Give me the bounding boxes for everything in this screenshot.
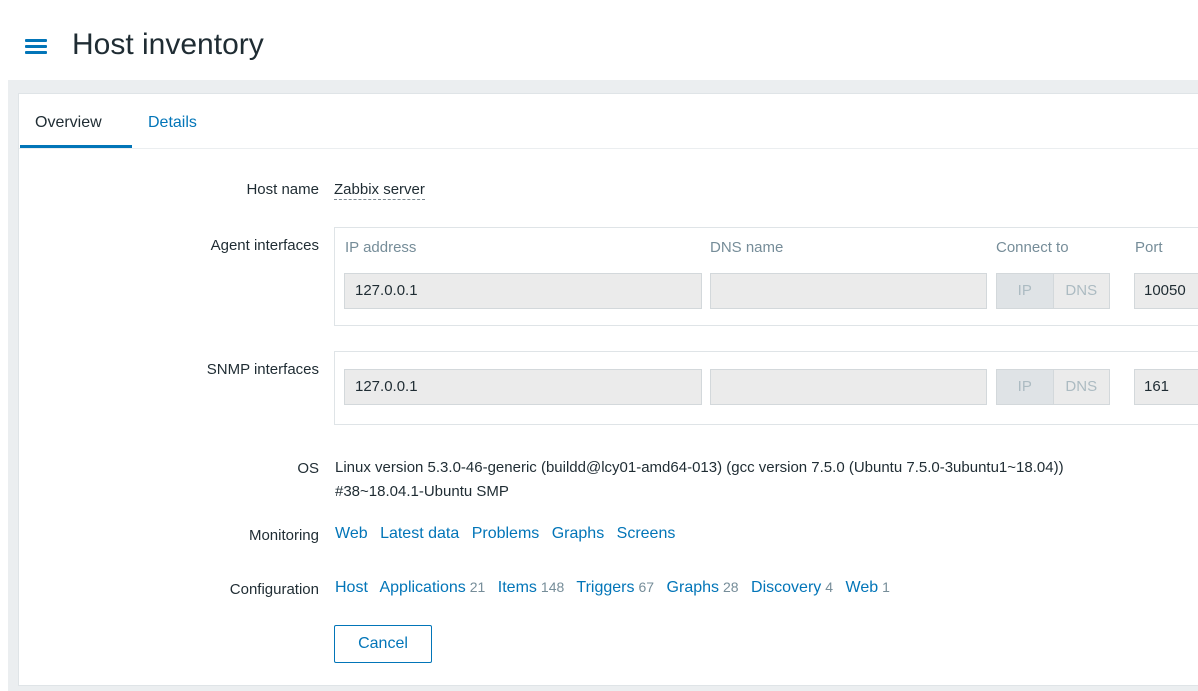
config-link-items[interactable]: Items [498,579,537,596]
column-header-ip: IP address [345,239,417,256]
config-link-host[interactable]: Host [335,579,368,596]
config-link-discovery[interactable]: Discovery [751,579,821,596]
config-link-web[interactable]: Web [846,579,879,596]
snmp-connect-dns-option: DNS [1052,370,1109,404]
os-label: OS [297,460,319,477]
tab-bar: Overview Details [19,94,1198,149]
os-value: Linux version 5.3.0-46-generic (buildd@l… [335,459,1064,500]
snmp-interfaces-table: 127.0.0.1 IP DNS 161 [334,351,1198,425]
page-title: Host inventory [72,28,264,61]
monitoring-link-web[interactable]: Web [335,525,368,542]
snmp-connect-ip-option: IP [997,370,1053,404]
snmp-interfaces-label: SNMP interfaces [206,361,319,378]
monitoring-label: Monitoring [248,527,319,544]
column-header-dns: DNS name [710,239,784,256]
active-tab-indicator [20,145,132,148]
config-link-graphs[interactable]: Graphs [667,579,719,596]
snmp-port-field: 161 [1134,369,1198,405]
agent-connect-dns-option: DNS [1052,274,1109,308]
content-area: Overview Details Host name Zabbix server… [8,80,1198,691]
snmp-ip-field: 127.0.0.1 [344,369,702,405]
monitoring-link-latest-data[interactable]: Latest data [380,525,459,542]
agent-dns-field [710,273,987,309]
monitoring-link-screens[interactable]: Screens [617,525,676,542]
config-count-items: 148 [540,579,565,595]
agent-connect-to-toggle: IP DNS [996,273,1110,309]
snmp-dns-field [710,369,987,405]
configuration-links: Host Applications 21 Items 148 Triggers 67 … [335,579,898,597]
column-header-port: Port [1135,239,1163,256]
host-name-link[interactable]: Zabbix server [334,181,425,200]
monitoring-links: Web Latest data Problems Graphs Screens [335,525,683,543]
inventory-panel: Overview Details Host name Zabbix server… [18,93,1198,686]
config-count-discovery: 4 [825,579,834,595]
agent-interfaces-label: Agent interfaces [210,237,319,254]
agent-port-field: 10050 [1134,273,1198,309]
monitoring-link-graphs[interactable]: Graphs [552,525,604,542]
config-link-applications[interactable]: Applications [379,579,465,596]
hamburger-menu-icon[interactable] [25,39,47,55]
configuration-label: Configuration [229,581,319,598]
agent-connect-ip-option: IP [997,274,1053,308]
snmp-connect-to-toggle: IP DNS [996,369,1110,405]
config-count-graphs: 28 [723,579,739,595]
tab-overview[interactable]: Overview [35,114,102,132]
monitoring-link-problems[interactable]: Problems [472,525,540,542]
page-header: Host inventory [0,0,1198,80]
config-count-web: 1 [882,579,890,595]
config-count-applications: 21 [469,579,486,595]
cancel-button[interactable]: Cancel [334,625,432,663]
agent-ip-field: 127.0.0.1 [344,273,702,309]
column-header-connect: Connect to [996,239,1069,256]
config-link-triggers[interactable]: Triggers [576,579,634,596]
tab-details[interactable]: Details [148,114,197,132]
agent-interfaces-table: IP address DNS name Connect to Port 127.… [334,227,1198,326]
host-name-label: Host name [246,181,319,198]
config-count-triggers: 67 [638,579,655,595]
